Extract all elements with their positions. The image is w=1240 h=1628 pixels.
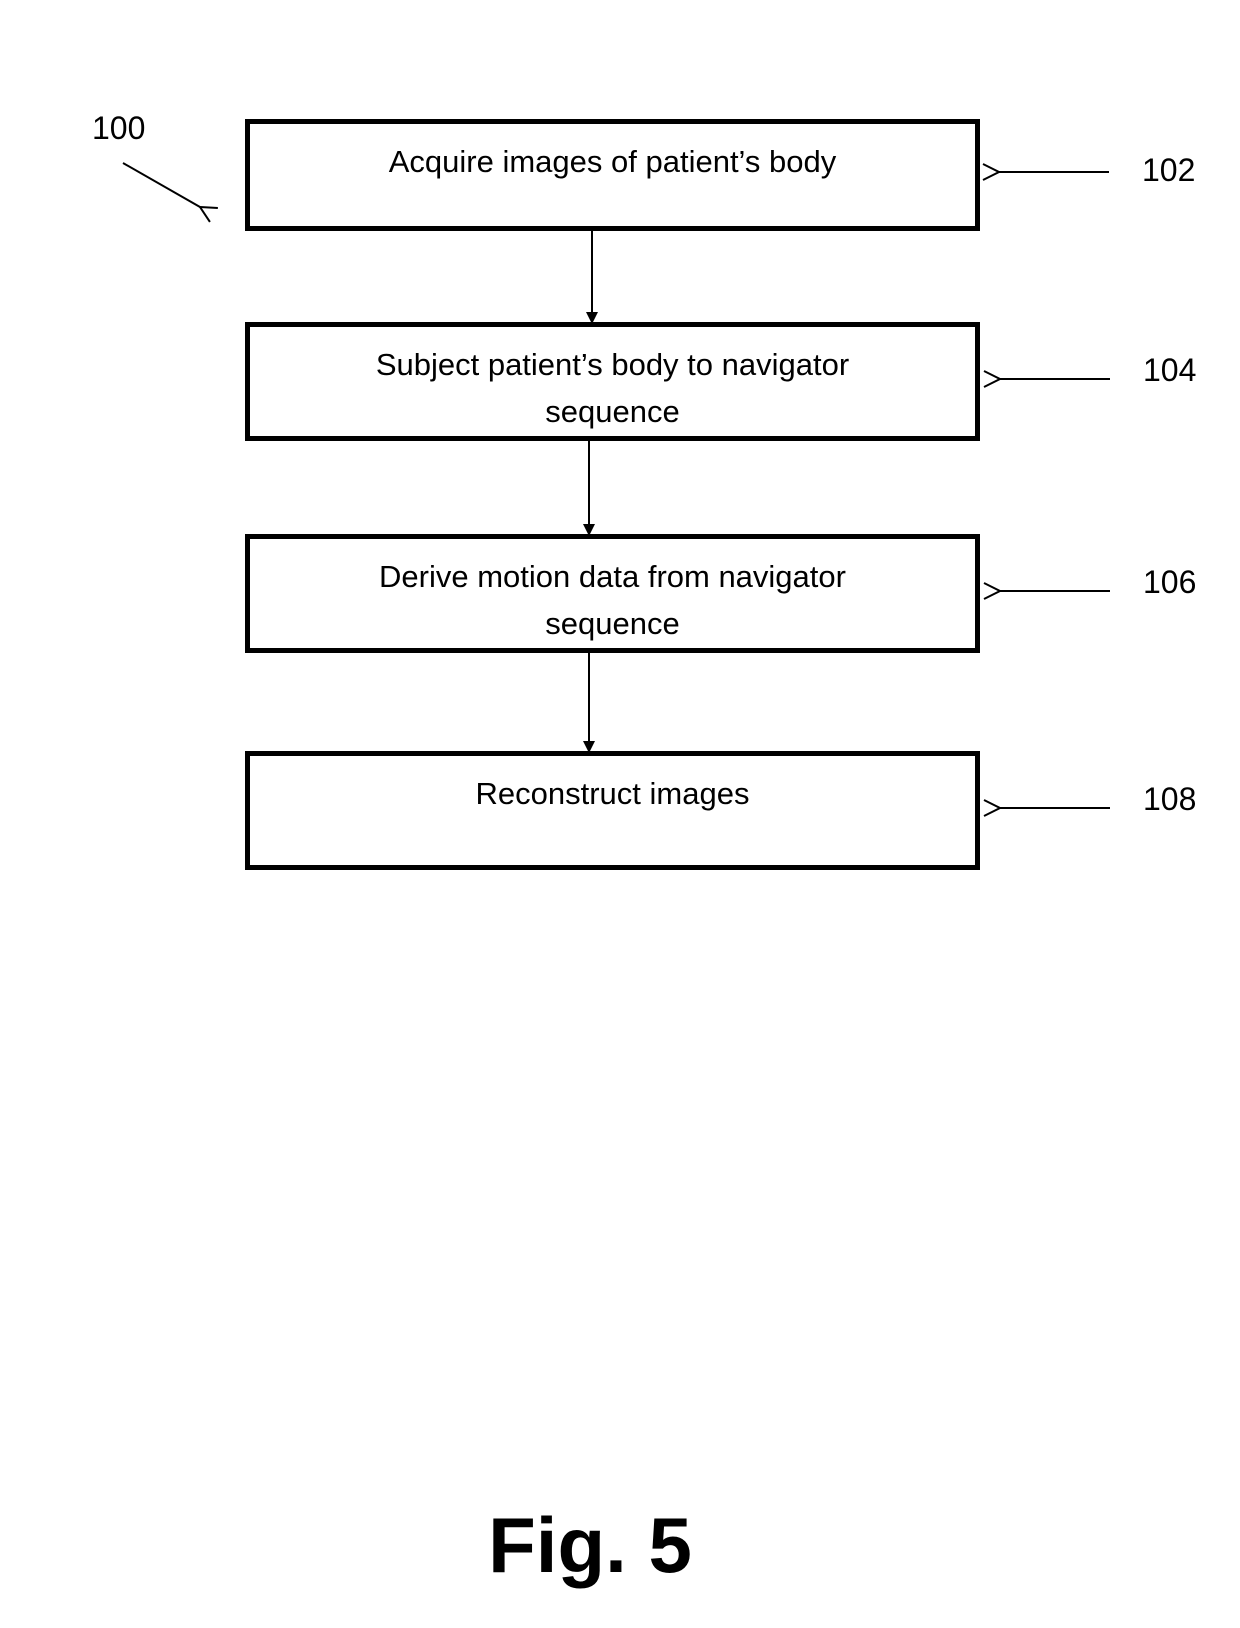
step-box-108: Reconstruct images: [245, 751, 980, 870]
step-label-104: Subject patient’s body to navigator sequ…: [375, 347, 850, 429]
reference-label-108: 108: [1143, 781, 1197, 817]
step-label-106: Derive motion data from navigator sequen…: [379, 559, 846, 641]
step-box-104: Subject patient’s body to navigator sequ…: [245, 322, 980, 441]
reference-label-102: 102: [1142, 152, 1196, 188]
reference-label-104: 104: [1143, 352, 1197, 388]
reference-arrow-100: [122, 162, 200, 207]
step-label-102: Acquire images of patient’s body: [388, 144, 837, 179]
step-label-108: Reconstruct images: [475, 776, 750, 811]
figure-caption: Fig. 5: [488, 1501, 692, 1589]
reference-label-106: 106: [1143, 564, 1197, 600]
step-box-102: Acquire images of patient’s body: [245, 119, 980, 231]
reference-label-100: 100: [92, 110, 146, 146]
step-box-106: Derive motion data from navigator sequen…: [245, 534, 980, 653]
